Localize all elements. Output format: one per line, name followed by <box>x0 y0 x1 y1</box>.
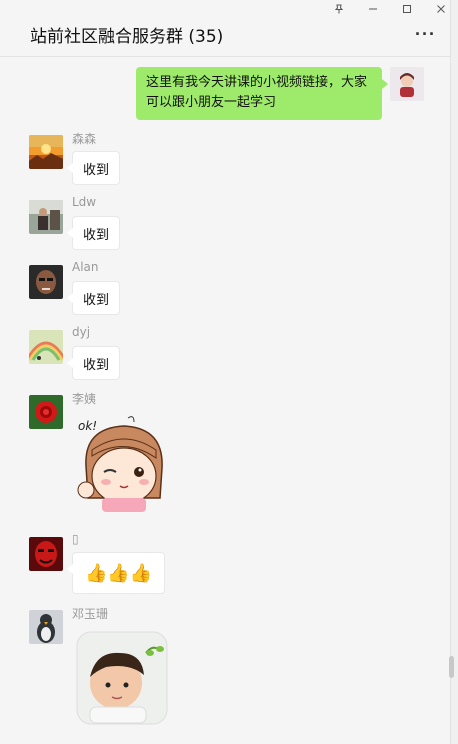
self-message-bubble[interactable]: 这里有我今天讲课的小视频链接，大家可以跟小朋友一起学习 <box>136 67 388 120</box>
sender-name: 李姨 <box>72 392 97 406</box>
message-bubble[interactable]: 收到 <box>66 216 121 250</box>
avatar[interactable] <box>29 265 63 299</box>
avatar[interactable] <box>29 200 63 234</box>
avatar[interactable] <box>29 610 63 644</box>
scrollbar-thumb[interactable] <box>449 656 454 678</box>
avatar[interactable] <box>29 330 63 364</box>
ok-girl-sticker[interactable]: ok! <box>72 414 172 519</box>
svg-text:ok!: ok! <box>78 419 97 433</box>
self-message: 这里有我今天讲课的小视频链接，大家可以跟小朋友一起学习 <box>136 67 388 120</box>
self-avatar[interactable] <box>390 67 424 101</box>
avatar[interactable] <box>29 135 63 169</box>
sender-name: 森森 <box>72 132 97 146</box>
scrollbar-track[interactable] <box>450 0 458 744</box>
more-options-button[interactable]: ··· <box>415 24 436 45</box>
message-bubble[interactable]: 收到 <box>66 346 121 380</box>
sender-name: dyj <box>72 325 91 339</box>
message-bubble[interactable]: 👍👍👍 <box>66 552 166 594</box>
chat-header: 站前社区融合服务群 (35) ··· <box>0 12 450 56</box>
avatar[interactable] <box>29 395 63 429</box>
message-bubble[interactable]: 收到 <box>66 281 121 315</box>
message-bubble[interactable]: 收到 <box>66 151 121 185</box>
sender-name: ▯ <box>72 532 79 546</box>
thumbs-up-emoji: 👍👍👍 <box>85 562 153 584</box>
sender-name: 邓玉珊 <box>72 607 109 621</box>
chat-title: 站前社区融合服务群 (35) <box>30 26 224 47</box>
sender-name: Ldw <box>72 195 97 209</box>
boy-photo-sticker[interactable] <box>76 631 168 730</box>
avatar[interactable] <box>29 537 63 571</box>
header-divider <box>0 56 450 57</box>
sender-name: Alan <box>72 260 99 274</box>
